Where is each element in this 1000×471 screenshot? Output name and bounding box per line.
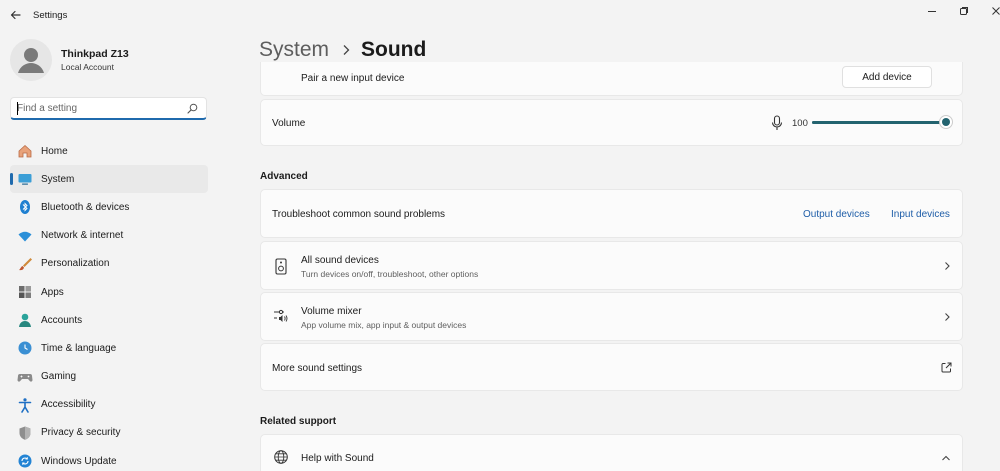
- chevron-right-icon: [945, 262, 950, 270]
- all-sound-devices-subtitle: Turn devices on/off, troubleshoot, other…: [301, 269, 479, 279]
- user-name: Thinkpad Z13: [61, 48, 129, 60]
- account-type: Local Account: [61, 62, 114, 72]
- pair-input-card: Pair a new input device Add device: [260, 62, 963, 96]
- globe-icon: [274, 450, 288, 464]
- close-button[interactable]: [983, 2, 1000, 20]
- home-icon: [17, 143, 33, 159]
- minimize-icon: [928, 11, 936, 12]
- sidebar-item-home[interactable]: Home: [10, 137, 208, 165]
- restore-icon: [960, 7, 968, 15]
- sidebar-item-label: Bluetooth & devices: [41, 201, 130, 213]
- sidebar-item-label: Accessibility: [41, 399, 96, 411]
- close-icon: [992, 7, 1000, 15]
- sidebar-item-label: Personalization: [41, 258, 110, 270]
- sidebar-item-windows-update[interactable]: Windows Update: [10, 447, 208, 471]
- volume-mixer-card[interactable]: Volume mixer App volume mix, app input &…: [260, 292, 963, 341]
- text-cursor: [17, 102, 18, 115]
- sidebar-nav: Home System Bluetooth & devices Network …: [10, 137, 208, 471]
- globe-clock-icon: [17, 340, 33, 356]
- sidebar-item-label: Time & language: [41, 342, 117, 354]
- pair-input-label: Pair a new input device: [301, 73, 405, 84]
- title-bar: Settings: [0, 0, 1000, 32]
- chevron-right-icon: [343, 45, 350, 55]
- gamepad-icon: [17, 369, 33, 385]
- volume-mixer-subtitle: App volume mix, app input & output devic…: [301, 320, 467, 330]
- chevron-right-icon: [945, 313, 950, 321]
- sidebar-item-apps[interactable]: Apps: [10, 278, 208, 306]
- sidebar-item-label: Windows Update: [41, 455, 117, 467]
- search-icon: [187, 103, 198, 114]
- selection-indicator: [10, 173, 13, 186]
- sidebar-item-network[interactable]: Network & internet: [10, 222, 208, 250]
- troubleshoot-label: Troubleshoot common sound problems: [272, 209, 446, 220]
- help-with-sound-label: Help with Sound: [301, 453, 374, 464]
- help-with-sound-card[interactable]: Help with Sound: [260, 434, 963, 471]
- section-related-support: Related support: [260, 416, 337, 427]
- all-sound-devices-card[interactable]: All sound devices Turn devices on/off, t…: [260, 241, 963, 290]
- user-icon: [18, 48, 44, 73]
- bluetooth-icon: [17, 199, 33, 215]
- sidebar-item-privacy[interactable]: Privacy & security: [10, 419, 208, 447]
- sidebar-item-label: Gaming: [41, 371, 77, 383]
- sidebar-item-accessibility[interactable]: Accessibility: [10, 391, 208, 419]
- wifi-icon: [17, 228, 33, 244]
- sidebar-item-label: Apps: [41, 286, 64, 298]
- volume-card: Volume 100: [260, 99, 963, 146]
- more-sound-settings-label: More sound settings: [272, 363, 363, 374]
- output-devices-link[interactable]: Output devices: [803, 209, 870, 220]
- search-input[interactable]: [17, 101, 182, 116]
- brush-icon: [17, 256, 33, 272]
- search-box[interactable]: [10, 97, 207, 120]
- sidebar-item-label: Network & internet: [41, 230, 124, 242]
- restore-button[interactable]: [951, 2, 977, 20]
- chevron-up-icon[interactable]: [941, 454, 951, 462]
- avatar[interactable]: [10, 39, 52, 81]
- sidebar-item-accounts[interactable]: Accounts: [10, 306, 208, 334]
- sidebar-item-personalization[interactable]: Personalization: [10, 250, 208, 278]
- add-device-button[interactable]: Add device: [842, 66, 932, 88]
- sidebar-item-label: System: [41, 173, 75, 185]
- apps-icon: [17, 284, 33, 300]
- input-devices-link[interactable]: Input devices: [891, 209, 950, 220]
- volume-mixer-title: Volume mixer: [301, 306, 362, 317]
- accounts-icon: [17, 312, 33, 328]
- volume-slider-fill: [812, 121, 946, 124]
- page-title: Sound: [361, 38, 427, 61]
- mixer-icon: [274, 309, 288, 322]
- section-advanced: Advanced: [260, 171, 308, 182]
- sidebar-item-label: Privacy & security: [41, 427, 121, 439]
- volume-label: Volume: [272, 118, 306, 129]
- accessibility-icon: [17, 397, 33, 413]
- sidebar-item-label: Accounts: [41, 314, 83, 326]
- more-sound-settings-card[interactable]: More sound settings: [260, 343, 963, 391]
- microphone-icon[interactable]: [771, 115, 783, 131]
- volume-slider-thumb[interactable]: [939, 115, 953, 129]
- sidebar-item-label: Home: [41, 145, 68, 157]
- breadcrumb: System Sound: [259, 38, 426, 62]
- open-external-icon: [941, 362, 952, 373]
- all-sound-devices-title: All sound devices: [301, 255, 379, 266]
- sidebar-item-bluetooth[interactable]: Bluetooth & devices: [10, 193, 208, 221]
- sidebar-item-time-language[interactable]: Time & language: [10, 334, 208, 362]
- sidebar-item-gaming[interactable]: Gaming: [10, 363, 208, 391]
- back-arrow-icon[interactable]: [8, 7, 24, 23]
- speaker-device-icon: [275, 258, 287, 275]
- minimize-button[interactable]: [919, 2, 945, 20]
- window-title: Settings: [33, 10, 68, 21]
- breadcrumb-parent[interactable]: System: [259, 38, 329, 62]
- volume-value: 100: [792, 118, 808, 129]
- troubleshoot-card: Troubleshoot common sound problems Outpu…: [260, 189, 963, 238]
- shield-icon: [17, 425, 33, 441]
- update-icon: [17, 453, 33, 469]
- sidebar-item-system[interactable]: System: [10, 165, 208, 194]
- system-icon: [17, 171, 33, 187]
